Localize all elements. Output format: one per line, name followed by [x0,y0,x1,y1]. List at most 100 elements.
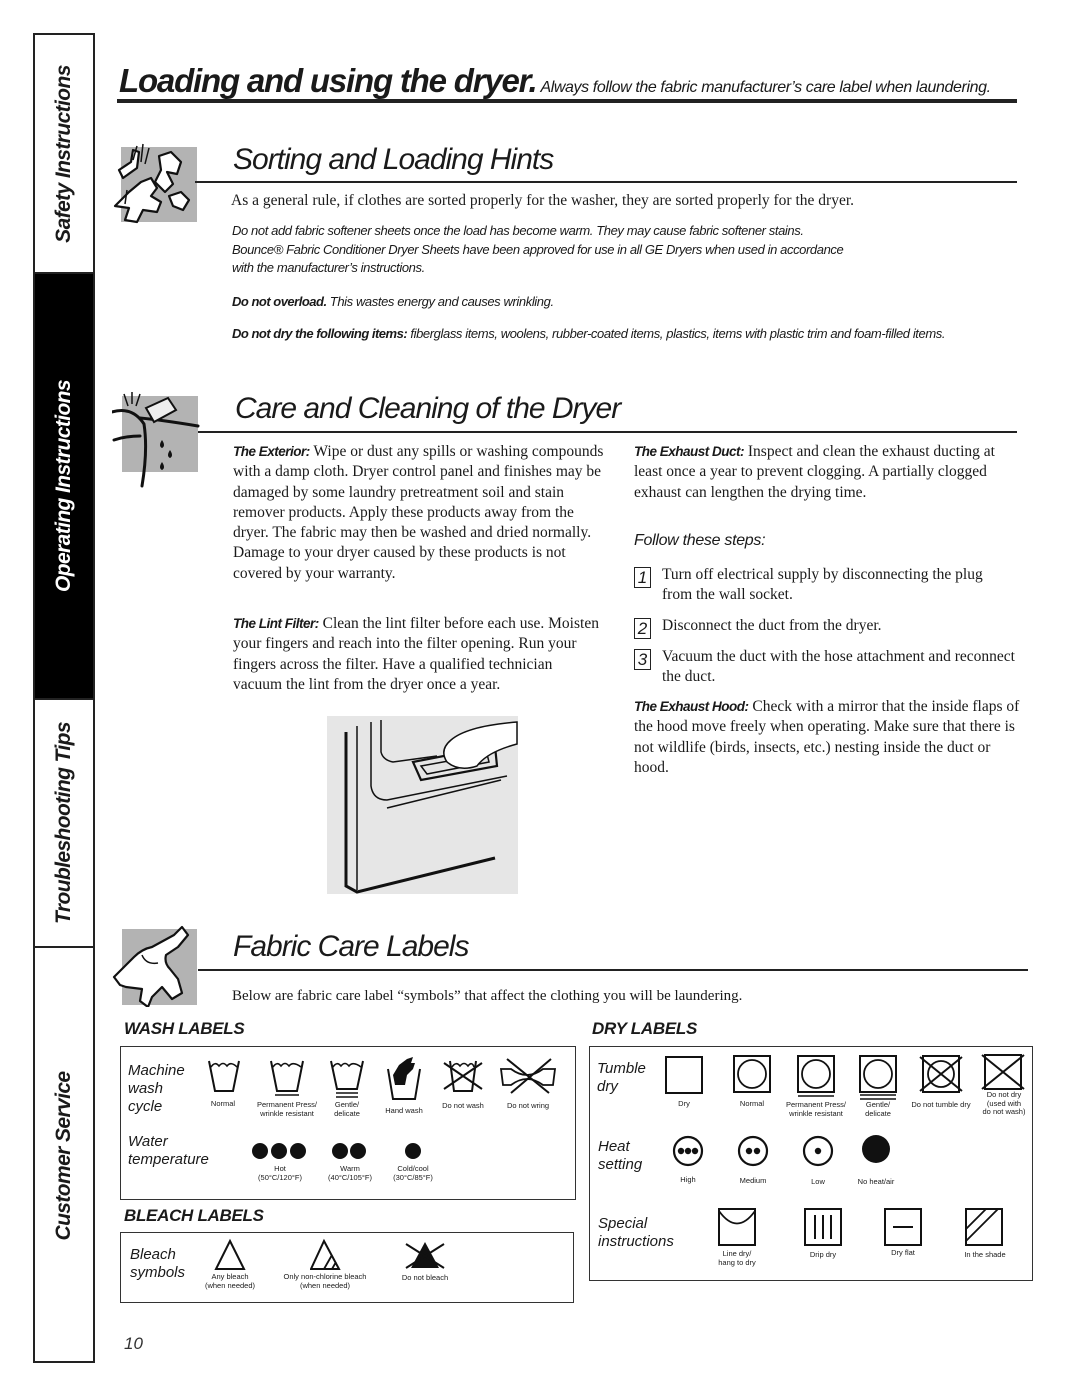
do-not-wash-icon [440,1055,486,1102]
tumbling-clothes-icon [107,140,197,225]
overload-text: This wastes energy and causes wrinkling. [326,294,554,309]
tab-troubleshooting-tips[interactable]: Troubleshooting Tips [35,700,93,948]
note-line: Bounce® Fabric Conditioner Dryer Sheets … [232,241,844,257]
row-label-water-temperature: Water temperature [128,1133,209,1169]
washtub-icon [203,1055,243,1100]
caption: Normal [739,1099,765,1108]
exhaust-duct-paragraph: The Exhaust Duct: Inspect and clean the … [634,442,1016,503]
caption: Medium [739,1176,767,1185]
row-label-line: Tumble [597,1060,646,1077]
tab-operating-instructions[interactable]: Operating Instructions [35,274,93,700]
tab-customer-service[interactable]: Customer Service [35,948,93,1363]
exterior-paragraph: The Exterior: Wipe or dust any spills or… [233,442,605,584]
page-title-subtitle: Always follow the fabric manufacturer’s … [540,79,991,96]
items-text: fiberglass items, woolens, rubber-coated… [407,326,946,341]
row-label-line: Bleach [130,1246,176,1263]
section-rule [198,431,1017,433]
tab-safety-instructions[interactable]: Safety Instructions [35,35,93,274]
shirt-icon [112,925,202,1007]
sponge-cleaning-icon [112,390,200,490]
tab-label: Customer Service [52,1071,75,1240]
in-the-shade-icon [965,1208,1003,1246]
washtub-permanent-press-icon [262,1055,312,1106]
wash-labels-heading: WASH LABELS [124,1019,245,1038]
section-rule [198,969,1028,971]
caption-line: wrinkle resistant [789,1108,843,1118]
duct-lead: The Exhaust Duct: [634,444,745,459]
caption: Permanent Press/ wrinkle resistant [776,1100,856,1118]
step-text: Disconnect the duct from the dryer. [662,617,882,634]
do-not-wring-icon [497,1055,559,1100]
line-dry-icon [718,1208,756,1246]
section-title-fabric: Fabric Care Labels [233,930,469,963]
caption: Do not bleach [401,1273,449,1282]
caption: Hand wash [385,1106,423,1115]
tumble-gentle-icon [858,1055,898,1101]
dry-flat-icon [884,1208,922,1246]
step-number: 3 [634,649,651,670]
caption: Cold/cool (30°C/85°F) [373,1164,453,1182]
section-title-care: Care and Cleaning of the Dryer [235,392,621,425]
non-chlorine-bleach-icon [309,1238,344,1272]
row-label-line: symbols [130,1264,186,1281]
washtub-gentle-icon [324,1055,370,1106]
any-bleach-icon [213,1238,247,1272]
row-label-line: Heat [598,1138,630,1155]
sorting-intro: As a general rule, if clothes are sorted… [231,192,855,209]
exterior-text: Wipe or dust any spills or washing compo… [233,443,604,582]
step-item: 3 Vacuum the duct with the hose attachme… [634,647,1015,689]
row-label-line: cycle [128,1098,163,1115]
row-label-machine-wash: Machine wash cycle [128,1062,185,1116]
tumble-dry-square-icon [665,1056,703,1094]
heat-high-icon [672,1135,704,1167]
note-line: with the manufacturer’s instructions. [232,260,425,275]
caption: High [680,1175,696,1184]
caption-line: hang to dry [718,1257,756,1267]
dry-labels-heading: DRY LABELS [592,1019,698,1038]
row-label-special-instructions: Special instructions [598,1215,674,1251]
lint-lead: The Lint Filter: [233,616,319,631]
exterior-lead: The Exterior: [233,444,310,459]
row-label-line: wash [128,1080,164,1097]
step-text: Turn off electrical supply by disconnect… [662,566,983,604]
page-number: 10 [124,1334,143,1353]
heat-medium-icon [737,1135,769,1167]
step-item: 2 Disconnect the duct from the dryer. [634,616,1014,639]
caption: Dry flat [891,1248,915,1257]
do-not-bleach-icon [402,1240,448,1272]
page-title: Loading and using the dryer. Always follo… [119,62,991,100]
caption: In the shade [964,1250,1006,1259]
caption-line: delicate [334,1108,360,1118]
tumble-permanent-press-icon [796,1055,836,1099]
caption: Do not tumble dry [911,1100,971,1109]
heat-low-icon [802,1135,834,1167]
caption: Any bleach (when needed) [190,1272,270,1290]
caption-line: do not wash) [982,1107,1026,1116]
row-label-tumble-dry: Tumble dry [597,1060,646,1096]
row-label-line: Water [128,1133,168,1150]
tab-label: Operating Instructions [52,380,75,592]
do-not-dry-icon [980,1053,1026,1091]
caption: No heat/air [857,1177,895,1186]
softener-note: Do not add fabric softener sheets once t… [232,222,1022,278]
row-label-line: temperature [128,1151,209,1168]
row-label-line: instructions [598,1233,674,1250]
caption-line: (when needed) [299,1280,351,1290]
caption: Gentle/ delicate [850,1100,906,1118]
section-rule [195,181,1017,183]
title-rule [117,99,1017,103]
hand-wash-icon [383,1055,425,1106]
caption-line: (when needed) [204,1280,256,1290]
row-label-bleach-symbols: Bleach symbols [130,1246,185,1282]
lint-filter-paragraph: The Lint Filter: Clean the lint filter b… [233,614,605,695]
caption: Drip dry [809,1250,837,1259]
section-title-sorting: Sorting and Loading Hints [233,143,554,176]
step-number: 1 [634,567,651,588]
note-line: Do not add fabric softener sheets once t… [232,223,804,238]
do-not-tumble-dry-icon [918,1053,964,1095]
temp-cold-icon [403,1141,423,1161]
bleach-labels-box [120,1232,574,1303]
hood-lead: The Exhaust Hood: [634,699,749,714]
caption: Gentle/ delicate [322,1100,372,1118]
caption-line: (50°C/120°F) [258,1172,302,1182]
